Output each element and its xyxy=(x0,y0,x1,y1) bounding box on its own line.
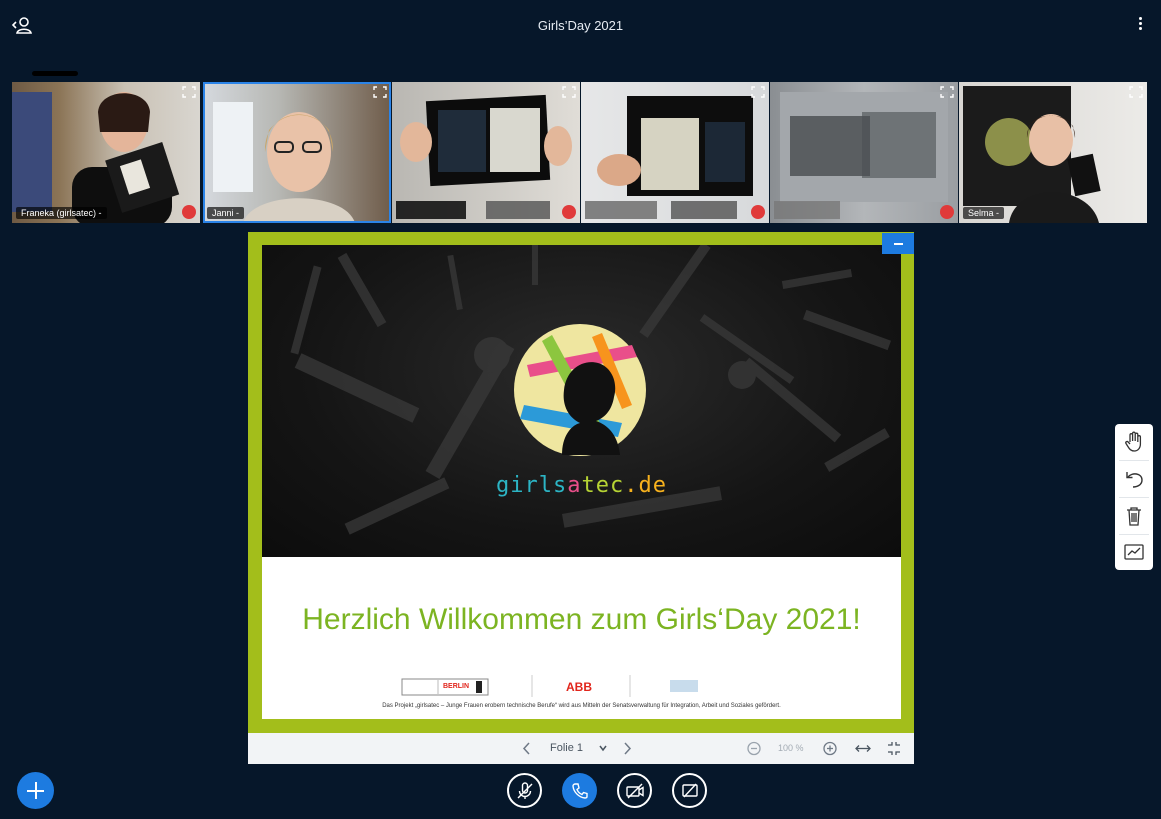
zoom-out-button[interactable] xyxy=(746,733,762,764)
webcam-tile[interactable]: Franeka (girlsatec) - xyxy=(12,82,200,223)
slide-footnote: Das Projekt „girlsatec – Junge Frauen er… xyxy=(382,703,781,709)
mic-muted-icon xyxy=(751,205,765,219)
slide-select[interactable]: Folie 1 xyxy=(550,733,583,764)
kebab-menu-icon xyxy=(1138,17,1142,20)
webcam-name: Franeka (girlsatec) - xyxy=(16,207,107,219)
partner-berlin: BERLIN xyxy=(443,683,470,690)
options-menu-button[interactable] xyxy=(1135,15,1145,37)
webcam-toggle-button[interactable] xyxy=(617,773,652,808)
redaction-mark xyxy=(671,201,737,219)
meeting-title: Girls’Day 2021 xyxy=(537,18,624,33)
webcam-tile[interactable] xyxy=(392,82,580,223)
camera-off-icon xyxy=(625,783,644,798)
leave-audio-button[interactable] xyxy=(562,773,597,808)
fullscreen-icon[interactable] xyxy=(750,85,766,99)
next-slide-button[interactable] xyxy=(622,733,632,764)
partner-logos: BERLIN ABB xyxy=(262,675,901,699)
partner-abb: ABB xyxy=(566,680,592,694)
screenshare-button[interactable] xyxy=(672,773,707,808)
slide-select-dropdown[interactable] xyxy=(598,733,608,764)
slide-header-image: girlsatec.de xyxy=(262,245,901,557)
redaction-mark xyxy=(32,71,78,76)
fullscreen-icon[interactable] xyxy=(1128,85,1144,99)
tools-background-graphic xyxy=(290,245,891,535)
redaction-mark xyxy=(774,201,840,219)
logo-word-a: a xyxy=(567,473,582,498)
hand-tool-button[interactable] xyxy=(1122,430,1146,454)
fullscreen-icon[interactable] xyxy=(181,85,197,99)
slide-select-value: Folie 1 xyxy=(550,742,584,754)
webcam-name: Janni - xyxy=(207,207,245,219)
redaction-mark xyxy=(396,201,466,219)
mic-muted-icon xyxy=(182,205,196,219)
presentation-area: girlsatec.de Herzlich Willkommen zum Gir… xyxy=(248,232,914,764)
mute-button[interactable] xyxy=(507,773,542,808)
clear-annotations-button[interactable] xyxy=(1122,504,1146,528)
fit-width-icon xyxy=(855,745,871,752)
screenshare-off-icon xyxy=(681,783,698,797)
hand-icon xyxy=(1125,431,1142,452)
webcam-video xyxy=(12,92,180,223)
logo-wordmark: girlsatec.de xyxy=(262,473,901,498)
chevron-right-icon xyxy=(624,742,632,755)
logo-word-de: de xyxy=(638,473,667,498)
minimize-presentation-button[interactable] xyxy=(882,233,914,254)
chevron-left-icon xyxy=(522,742,530,755)
webcam-tile[interactable] xyxy=(581,82,769,223)
slide: girlsatec.de Herzlich Willkommen zum Gir… xyxy=(248,232,914,733)
logo-word-girls: girls xyxy=(496,473,568,498)
top-bar: Girls’Day 2021 xyxy=(0,0,1161,52)
girlsatec-logo xyxy=(514,324,646,456)
slide-headline: Herzlich Willkommen zum Girls‘Day 2021! xyxy=(302,603,861,636)
webcam-video xyxy=(963,86,1101,223)
zoom-out-icon xyxy=(747,741,761,756)
webcam-tile[interactable] xyxy=(770,82,958,223)
undo-button[interactable] xyxy=(1122,467,1146,491)
slide-content: girlsatec.de Herzlich Willkommen zum Gir… xyxy=(262,245,901,719)
fit-to-width-button[interactable] xyxy=(854,733,872,764)
annotation-toolbar xyxy=(1115,424,1153,570)
logo-dot: . xyxy=(624,473,639,498)
mic-muted-icon xyxy=(562,205,576,219)
redaction-mark xyxy=(486,201,550,219)
zoom-level: 100 % xyxy=(778,743,804,753)
webcam-video xyxy=(213,102,355,223)
logo-word-tec: tec xyxy=(581,473,625,498)
zoom-in-button[interactable] xyxy=(822,733,838,764)
phone-icon xyxy=(571,782,588,799)
whiteboard-toggle-button[interactable] xyxy=(1122,540,1146,564)
webcam-tile[interactable]: Selma - xyxy=(959,82,1147,223)
actions-button[interactable] xyxy=(17,772,54,809)
fullscreen-icon[interactable] xyxy=(372,85,388,99)
fullscreen-icon xyxy=(888,742,900,755)
fullscreen-icon[interactable] xyxy=(561,85,577,99)
redaction-mark xyxy=(585,201,657,219)
undo-icon xyxy=(1126,472,1143,488)
zoom-in-icon xyxy=(823,741,837,756)
mic-muted-icon xyxy=(940,205,954,219)
trash-icon xyxy=(1127,507,1141,526)
fullscreen-icon[interactable] xyxy=(939,85,955,99)
presentation-toolbar: Folie 1 100 % xyxy=(248,733,914,764)
mic-muted-icon xyxy=(517,781,532,799)
fullscreen-button[interactable] xyxy=(886,733,902,764)
chevron-down-icon xyxy=(599,745,607,752)
webcam-name: Selma - xyxy=(963,207,1005,219)
previous-slide-button[interactable] xyxy=(522,733,532,764)
whiteboard-icon xyxy=(1124,544,1144,560)
webcam-tile[interactable]: Janni - xyxy=(203,82,391,223)
